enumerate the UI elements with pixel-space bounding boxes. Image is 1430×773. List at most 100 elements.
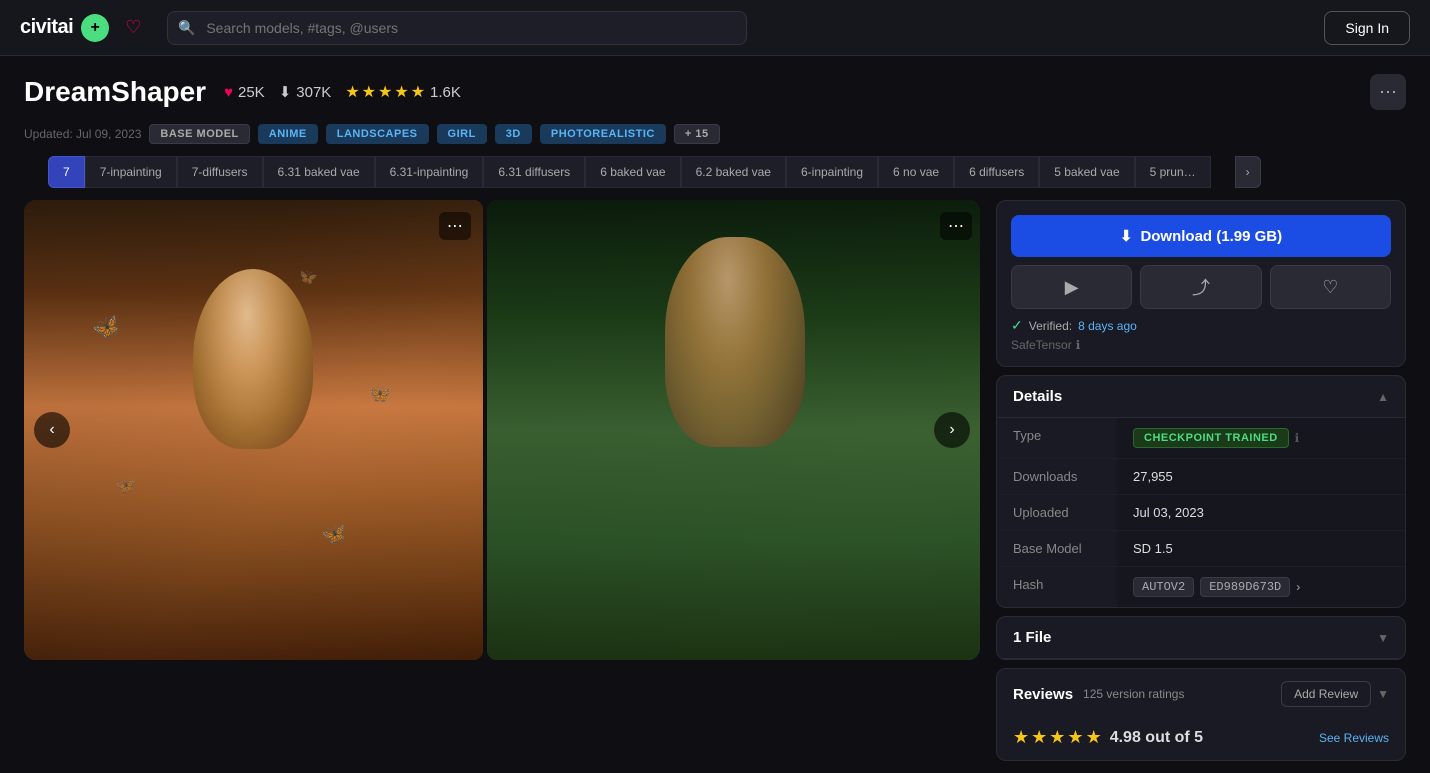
search-icon: 🔍: [178, 19, 195, 36]
downloads-value: 27,955: [1117, 459, 1405, 494]
downloads-label: Downloads: [997, 459, 1117, 494]
safetensor-label: SafeTensor: [1011, 338, 1072, 352]
ratings-stat: ★ ★ ★ ★ ★ 1.6K: [345, 82, 461, 102]
add-review-button[interactable]: Add Review: [1281, 681, 1371, 707]
version-ratings-text: 125 version ratings: [1083, 687, 1184, 701]
reviews-title: Reviews: [1013, 686, 1073, 703]
version-tab-5[interactable]: 6.31 diffusers: [483, 156, 585, 188]
version-tab-9[interactable]: 6 no vae: [878, 156, 954, 188]
verified-link[interactable]: 8 days ago: [1078, 319, 1137, 333]
hash-value: AUTOV2 ED989D673D ›: [1117, 567, 1405, 607]
version-tab-10[interactable]: 6 diffusers: [954, 156, 1039, 188]
safetensor-row: SafeTensor ℹ: [1011, 338, 1391, 352]
logo-plus-icon[interactable]: +: [81, 14, 109, 42]
review-star-1: ★: [1013, 727, 1029, 748]
base-model-label: Base Model: [997, 531, 1117, 566]
type-info-icon[interactable]: ℹ: [1295, 431, 1300, 445]
review-star-2: ★: [1031, 727, 1047, 748]
hash-label: Hash: [997, 567, 1117, 607]
sign-in-button[interactable]: Sign In: [1324, 11, 1410, 45]
download-button-label: Download (1.99 GB): [1140, 228, 1282, 245]
tabs-scroll-right-button[interactable]: ›: [1235, 156, 1261, 188]
review-star-3: ★: [1049, 727, 1065, 748]
version-tab-3[interactable]: 6.31 baked vae: [263, 156, 375, 188]
download-section: ⬇ Download (1.99 GB) ▶ ⤴ ♡ ✓ Verified: 8…: [996, 200, 1406, 367]
gallery-image-2: ⋯: [487, 200, 980, 660]
model-meta: ♥ 25K ⬇ 307K ★ ★ ★ ★ ★ 1.6K: [224, 82, 461, 102]
verified-icon: ✓: [1011, 317, 1023, 334]
star-1: ★: [345, 82, 359, 102]
share-button[interactable]: ⤴: [1140, 265, 1261, 309]
search-input[interactable]: [167, 11, 747, 45]
stars-row: ★ ★ ★ ★ ★: [345, 82, 425, 102]
tag-landscapes[interactable]: LANDSCAPES: [326, 124, 429, 144]
reviews-bottom: ★ ★ ★ ★ ★ 4.98 out of 5 See Reviews: [997, 719, 1405, 760]
details-chevron-icon: ▲: [1377, 390, 1389, 404]
logo: civitai +: [20, 14, 109, 42]
type-label: Type: [997, 418, 1117, 458]
version-tab-11[interactable]: 5 baked vae: [1039, 156, 1134, 188]
image-2-options-button[interactable]: ⋯: [940, 212, 972, 240]
download-button[interactable]: ⬇ Download (1.99 GB): [1011, 215, 1391, 257]
save-button[interactable]: ♡: [1270, 265, 1391, 309]
uploaded-label: Uploaded: [997, 495, 1117, 530]
base-model-value: SD 1.5: [1117, 531, 1405, 566]
model-header: DreamShaper ♥ 25K ⬇ 307K ★ ★ ★ ★ ★ 1.6K: [0, 56, 1430, 120]
tag-anime[interactable]: ANIME: [258, 124, 318, 144]
tag-3d[interactable]: 3D: [495, 124, 532, 144]
download-actions: ▶ ⤴ ♡: [1011, 265, 1391, 309]
review-star-5: ★: [1086, 727, 1102, 748]
star-3: ★: [378, 82, 392, 102]
star-2: ★: [362, 82, 376, 102]
more-options-button[interactable]: ⋯: [1370, 74, 1406, 110]
rating-score: 4.98 out of 5: [1110, 729, 1203, 747]
version-tab-4[interactable]: 6.31-inpainting: [375, 156, 484, 188]
download-icon: ⬇: [279, 83, 292, 101]
downloads-count: 307K: [296, 84, 331, 101]
tag-more[interactable]: + 15: [674, 124, 720, 144]
verified-row: ✓ Verified: 8 days ago: [1011, 317, 1391, 334]
reviews-header-left: Reviews 125 version ratings: [1013, 686, 1184, 703]
version-tab-8[interactable]: 6-inpainting: [786, 156, 878, 188]
download-icon: ⬇: [1120, 227, 1133, 245]
gallery-prev-button[interactable]: ‹: [34, 412, 70, 448]
heart-icon[interactable]: ♡: [125, 17, 141, 38]
reviews-chevron-icon[interactable]: ▼: [1377, 687, 1389, 701]
details-table: Type CHECKPOINT TRAINED ℹ Downloads 27,9…: [997, 418, 1405, 607]
file-section-header[interactable]: 1 File ▼: [997, 617, 1405, 659]
version-tabs: 77-inpainting7-diffusers6.31 baked vae6.…: [24, 156, 1235, 188]
version-tab-2[interactable]: 7-diffusers: [177, 156, 263, 188]
hash-ed-tag[interactable]: ED989D673D: [1200, 577, 1290, 597]
see-reviews-link[interactable]: See Reviews: [1319, 731, 1389, 745]
details-section: Details ▲ Type CHECKPOINT TRAINED ℹ Down…: [996, 375, 1406, 608]
tag-photorealistic[interactable]: PHOTOREALISTIC: [540, 124, 666, 144]
model-title: DreamShaper: [24, 76, 206, 108]
verified-text: Verified:: [1029, 319, 1072, 333]
image-1-options-button[interactable]: ⋯: [439, 212, 471, 240]
type-value: CHECKPOINT TRAINED ℹ: [1117, 418, 1405, 458]
tag-girl[interactable]: GIRL: [437, 124, 487, 144]
gallery-next-button[interactable]: ›: [934, 412, 970, 448]
tag-base-model[interactable]: BASE MODEL: [149, 124, 249, 144]
details-section-header[interactable]: Details ▲: [997, 376, 1405, 418]
version-tab-12[interactable]: 5 prun…: [1135, 156, 1211, 188]
hash-arrow-icon[interactable]: ›: [1296, 580, 1300, 594]
image-gallery: ‹ 🦋 🦋 🦋 🦋 🦋 ⋯ ⋯ ›: [24, 200, 980, 660]
version-tab-6[interactable]: 6 baked vae: [585, 156, 680, 188]
version-tab-7[interactable]: 6.2 baked vae: [681, 156, 786, 188]
hash-autov2-tag[interactable]: AUTOV2: [1133, 577, 1194, 597]
safetensor-info-icon[interactable]: ℹ: [1076, 338, 1081, 352]
version-tab-0[interactable]: 7: [48, 156, 85, 188]
downloads-stat: ⬇ 307K: [279, 83, 332, 101]
detail-row-hash: Hash AUTOV2 ED989D673D ›: [997, 567, 1405, 607]
ratings-count: 1.6K: [430, 84, 461, 101]
star-5: ★: [411, 82, 425, 102]
details-title: Details: [1013, 388, 1062, 405]
reviews-header-right: Add Review ▼: [1281, 681, 1389, 707]
review-stars: ★ ★ ★ ★ ★: [1013, 727, 1102, 748]
version-tab-1[interactable]: 7-inpainting: [85, 156, 177, 188]
main-content: ‹ 🦋 🦋 🦋 🦋 🦋 ⋯ ⋯ › ⬇ Downlo: [0, 188, 1430, 773]
heart-icon: ♥: [224, 84, 233, 101]
play-button[interactable]: ▶: [1011, 265, 1132, 309]
header: civitai + ♡ 🔍 Sign In: [0, 0, 1430, 56]
